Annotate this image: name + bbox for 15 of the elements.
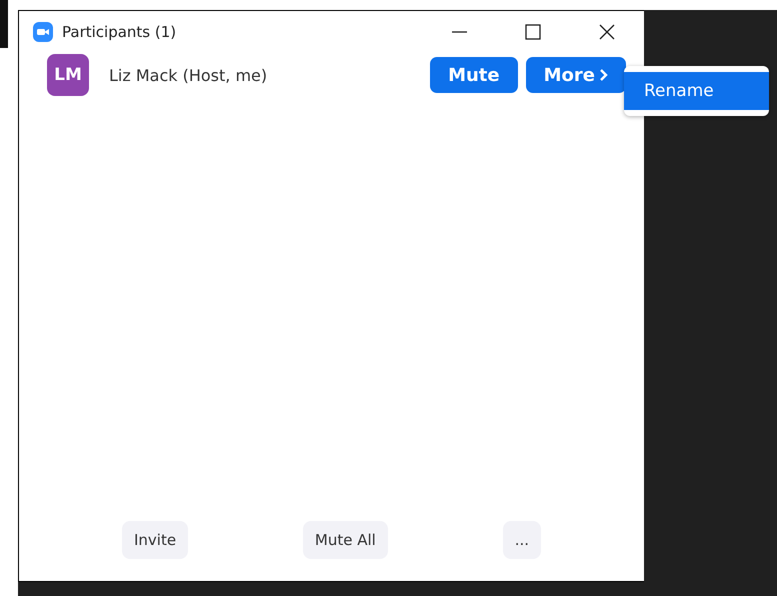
mute-button[interactable]: Mute	[430, 57, 518, 93]
menu-item[interactable]: Rename	[624, 72, 769, 110]
camera-logo-icon	[33, 22, 53, 42]
footer-button[interactable]: ...	[502, 521, 541, 559]
chevron-icon	[599, 68, 608, 82]
minimize-icon	[451, 31, 467, 33]
participant-name: Liz Mack (Host, me)	[109, 66, 268, 84]
window-title: Participants (1)	[62, 23, 176, 41]
window-edge	[0, 0, 8, 48]
more-button[interactable]: More	[526, 57, 626, 93]
footer-button[interactable]: Invite	[122, 521, 188, 559]
close-icon	[599, 24, 615, 40]
maximize-icon	[525, 24, 541, 40]
footer-button[interactable]: Mute All	[302, 521, 388, 559]
avatar: LM	[47, 54, 89, 96]
